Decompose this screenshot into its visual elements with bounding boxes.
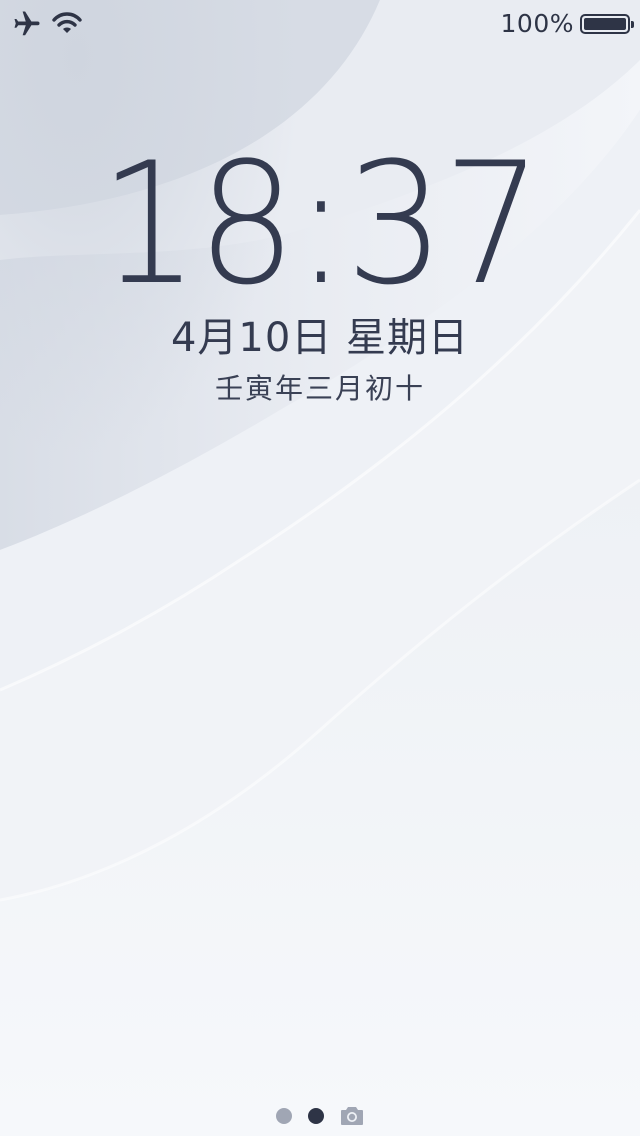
lock-date: 4月10日 星期日 [170, 315, 470, 361]
camera-icon[interactable] [340, 1106, 364, 1126]
status-bar: 100% [0, 0, 640, 48]
lock-screen: 100% 18:37 4月10日 星期日 壬寅年三月初十 [0, 0, 640, 1136]
airplane-icon [12, 9, 42, 43]
page-indicator [0, 1104, 640, 1128]
status-left-icons [12, 9, 82, 43]
status-right: 100% [500, 7, 634, 41]
page-dot-active[interactable] [308, 1108, 324, 1124]
battery-icon [580, 14, 634, 34]
battery-fill [584, 18, 626, 30]
lock-clock: 18:37 [99, 126, 543, 322]
battery-percentage: 100% [500, 9, 574, 38]
page-dot[interactable] [276, 1108, 292, 1124]
wifi-icon [52, 11, 82, 41]
battery-tip [631, 21, 634, 28]
lunar-date: 壬寅年三月初十 [214, 372, 425, 405]
